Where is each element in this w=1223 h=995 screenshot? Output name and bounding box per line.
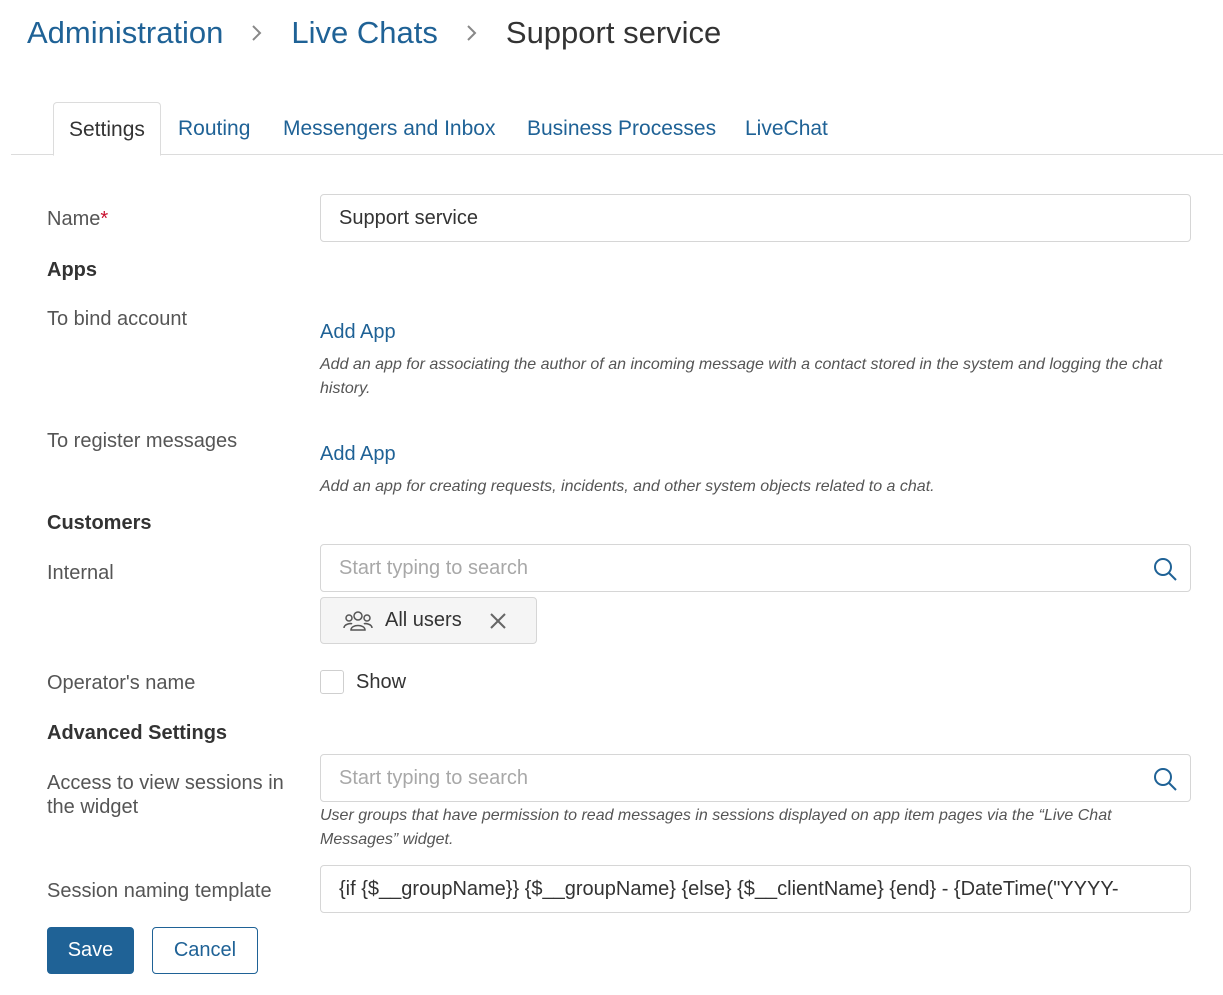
page-title: Support service (505, 15, 722, 50)
internal-search-input[interactable]: Start typing to search (320, 544, 1191, 592)
tab-routing[interactable]: Routing (178, 102, 250, 155)
name-label-text: Name (47, 208, 101, 230)
users-icon (343, 610, 373, 631)
breadcrumb: Administration Live Chats Support servic… (27, 14, 721, 52)
tab-bar: Settings Routing Messengers and Inbox Bu… (11, 102, 1223, 156)
all-users-chip-label: All users (385, 609, 462, 631)
internal-search-placeholder: Start typing to search (339, 557, 528, 579)
breadcrumb-administration[interactable]: Administration (27, 14, 223, 52)
add-app-bind-account-link[interactable]: Add App (320, 320, 396, 344)
show-operator-name-checkbox[interactable] (320, 670, 344, 694)
access-search-placeholder: Start typing to search (339, 767, 528, 789)
session-naming-template-label: Session naming template (47, 880, 272, 902)
register-messages-label: To register messages (47, 430, 238, 452)
session-naming-template-input[interactable]: {if {$__groupName}} {$__groupName} {else… (320, 865, 1191, 913)
search-icon[interactable] (1152, 556, 1178, 582)
name-label: Name* (47, 207, 108, 231)
advanced-settings-section-title: Advanced Settings (47, 722, 228, 744)
tab-business-processes[interactable]: Business Processes (527, 102, 716, 155)
breadcrumb-live-chats[interactable]: Live Chats (291, 14, 437, 52)
name-input[interactable]: Support service (320, 194, 1191, 242)
bind-account-label: To bind account (47, 308, 188, 330)
show-label[interactable]: Show (356, 670, 406, 694)
tab-livechat[interactable]: LiveChat (745, 102, 828, 155)
search-icon[interactable] (1152, 766, 1178, 792)
access-hint: User groups that have permission to read… (320, 807, 1112, 848)
cancel-button[interactable]: Cancel (152, 927, 258, 974)
apps-section-title: Apps (47, 259, 97, 281)
save-button[interactable]: Save (47, 927, 134, 974)
operator-name-label: Operator's name (47, 672, 196, 694)
bind-account-hint: Add an app for associating the author of… (320, 356, 1163, 397)
close-icon[interactable] (488, 611, 508, 631)
tab-settings[interactable]: Settings (53, 102, 161, 156)
customers-section-title: Customers (47, 512, 152, 534)
access-view-sessions-label: Access to view sessions in the widget (47, 772, 284, 818)
all-users-chip: All users (320, 597, 537, 644)
tab-messengers-and-inbox[interactable]: Messengers and Inbox (283, 102, 495, 155)
required-mark: * (100, 208, 109, 230)
add-app-register-messages-link[interactable]: Add App (320, 442, 396, 466)
register-messages-hint: Add an app for creating requests, incide… (320, 478, 935, 495)
internal-label: Internal (47, 562, 114, 584)
chevron-right-icon (223, 14, 291, 52)
access-search-input[interactable]: Start typing to search (320, 754, 1191, 802)
chevron-right-icon (438, 14, 506, 52)
